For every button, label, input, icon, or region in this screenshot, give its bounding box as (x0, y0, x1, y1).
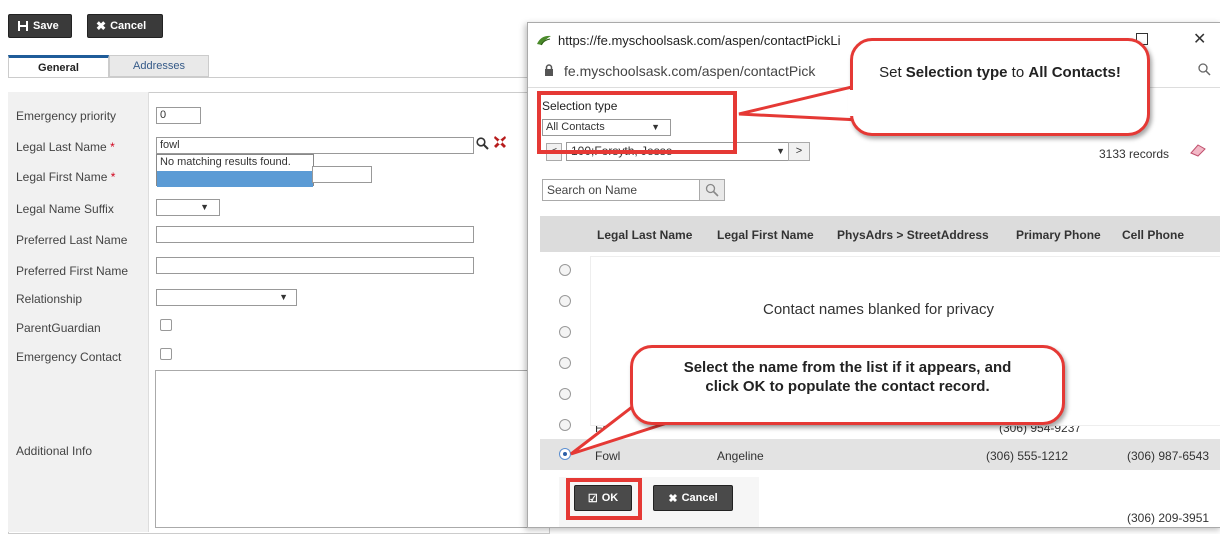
selected-row-cell-phone: (306) 987-6543 (1127, 449, 1210, 463)
search-icon[interactable] (476, 137, 489, 153)
form-label-column (8, 92, 149, 532)
chevron-down-icon: ▼ (200, 202, 209, 212)
cancel-button[interactable]: ✖ Cancel (653, 485, 733, 511)
search-input[interactable]: Search on Name (542, 179, 706, 201)
next-button[interactable]: > (788, 142, 810, 161)
relationship-select[interactable]: ▼ (156, 289, 297, 306)
emergency-priority-input[interactable]: 0 (156, 107, 201, 124)
cancel-label: Cancel (681, 492, 718, 504)
records-count: 3133 records (1099, 147, 1170, 161)
column-cell-phone[interactable]: Cell Phone (1122, 228, 1184, 242)
additional-info-label: Additional Info (16, 444, 93, 458)
close-icon: ✖ (668, 492, 678, 505)
emergency-priority-label: Emergency priority (16, 109, 117, 123)
additional-info-textarea[interactable] (155, 370, 550, 528)
tab-general[interactable]: General (8, 55, 109, 77)
preferred-last-name-input[interactable] (156, 226, 474, 243)
parent-guardian-label: ParentGuardian (16, 321, 101, 335)
no-match-dropdown: No matching results found. (156, 154, 314, 187)
search-button[interactable] (699, 179, 725, 201)
legal-name-suffix-label: Legal Name Suffix (16, 202, 114, 216)
parent-guardian-checkbox[interactable] (160, 319, 172, 331)
chevron-down-icon: ▼ (772, 143, 785, 160)
callout-pointer-top (738, 83, 862, 122)
row-radio[interactable] (559, 388, 571, 400)
legal-name-suffix-select[interactable]: ▼ (156, 199, 220, 216)
column-legal-last-name[interactable]: Legal Last Name (597, 228, 692, 242)
eraser-icon[interactable] (1189, 143, 1207, 160)
emergency-contact-checkbox[interactable] (160, 348, 172, 360)
save-icon (18, 21, 28, 31)
legal-first-name-input[interactable] (312, 166, 372, 183)
address-bar[interactable]: fe.myschoolsask.com/aspen/contactPick (564, 63, 815, 79)
callout-pointer-top-cover (848, 90, 860, 116)
clear-icon[interactable] (492, 134, 508, 153)
column-street-address[interactable]: PhysAdrs > StreetAddress (837, 228, 989, 242)
legal-last-name-label: Legal Last Name * (16, 140, 115, 154)
lock-icon (544, 64, 554, 79)
column-legal-first-name[interactable]: Legal First Name (717, 228, 814, 242)
preferred-first-name-input[interactable] (156, 257, 474, 274)
relationship-label: Relationship (16, 292, 83, 306)
no-match-text: No matching results found. (160, 156, 291, 168)
legal-last-name-input[interactable]: fowl (156, 137, 474, 154)
close-icon[interactable]: ✕ (1193, 29, 1206, 49)
bottom-row-phone: (306) 209-3951 (1127, 511, 1210, 525)
row-radio[interactable] (559, 326, 571, 338)
tab-underline (8, 77, 548, 78)
cancel-button[interactable]: ✖ Cancel (87, 14, 163, 38)
site-favicon (536, 34, 552, 49)
close-icon: ✖ (96, 19, 107, 33)
row-radio[interactable] (559, 357, 571, 369)
selection-type-callout: Set Selection type to All Contacts! (850, 38, 1150, 136)
save-button[interactable]: Save (8, 14, 72, 38)
row-radio[interactable] (559, 295, 571, 307)
column-primary-phone[interactable]: Primary Phone (1016, 228, 1101, 242)
preferred-first-name-label: Preferred First Name (16, 264, 129, 278)
selection-type-highlight (537, 91, 737, 154)
ok-button-highlight (566, 478, 642, 520)
save-label: Save (33, 20, 59, 32)
chevron-down-icon: ▼ (279, 292, 288, 302)
window-title-url: https://fe.myschoolsask.com/aspen/contac… (558, 33, 841, 48)
row-radio[interactable] (559, 264, 571, 276)
zoom-icon[interactable] (1198, 63, 1211, 79)
legal-first-name-label: Legal First Name * (16, 170, 116, 184)
cancel-label: Cancel (110, 20, 147, 32)
select-name-callout: Select the name from the list if it appe… (630, 345, 1065, 425)
search-icon (705, 183, 719, 197)
selected-row-primary-phone: (306) 555-1212 (986, 449, 1069, 463)
tab-addresses-label: Addresses (133, 60, 185, 72)
tab-addresses[interactable]: Addresses (109, 55, 209, 77)
preferred-last-name-label: Preferred Last Name (16, 233, 128, 247)
emergency-contact-label: Emergency Contact (16, 350, 122, 364)
no-match-highlight (157, 171, 313, 187)
tab-general-label: General (38, 61, 79, 74)
privacy-text: Contact names blanked for privacy (763, 301, 994, 318)
